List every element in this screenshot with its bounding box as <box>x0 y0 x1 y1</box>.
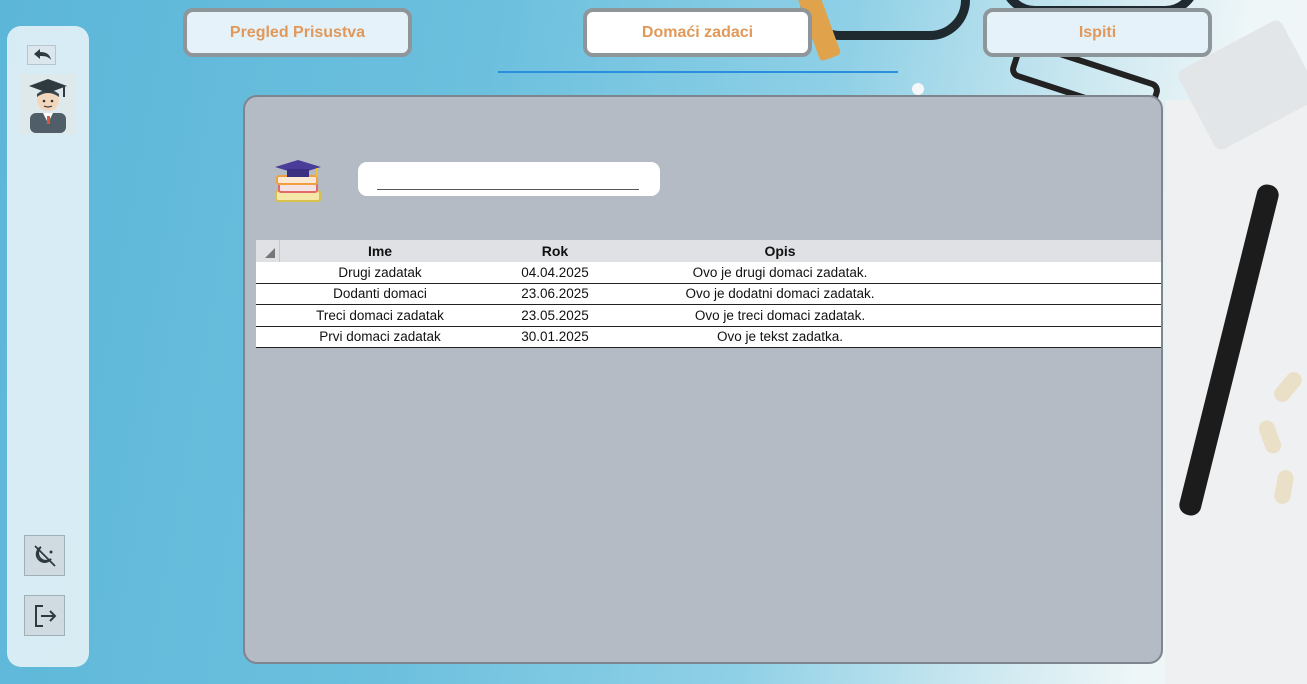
cell-rok: 23.05.2025 <box>521 307 589 323</box>
column-header-rok[interactable]: Rok <box>480 243 630 259</box>
tab-ispiti[interactable]: Ispiti <box>983 8 1212 57</box>
table-row[interactable]: Treci domaci zadatak 23.05.2025 Ovo je t… <box>256 305 1161 327</box>
undo-button[interactable] <box>27 45 56 65</box>
cell-rok: 23.06.2025 <box>521 286 589 302</box>
student-avatar-icon <box>28 79 67 133</box>
cell-opis: Ovo je tekst zadatka. <box>716 329 844 345</box>
homework-panel: Ime Rok Opis Drugi zadatak 04.04.2025 Ov… <box>243 95 1163 664</box>
table-row[interactable]: Drugi zadatak 04.04.2025 Ovo je drugi do… <box>256 262 1161 284</box>
cell-ime: Dodanti domaci <box>333 286 427 302</box>
tab-domaci-zadaci[interactable]: Domaći zadaci <box>583 8 812 57</box>
search-box <box>358 162 660 196</box>
active-tab-indicator <box>498 71 898 73</box>
undo-icon <box>33 49 51 60</box>
cell-rok: 04.04.2025 <box>521 264 589 280</box>
cell-opis: Ovo je dodatni domaci zadatak. <box>685 286 875 302</box>
cell-opis: Ovo je treci domaci zadatak. <box>694 307 866 323</box>
books-graduation-icon <box>275 160 321 202</box>
table-row[interactable]: Dodanti domaci 23.06.2025 Ovo je dodatni… <box>256 283 1161 305</box>
cell-ime: Drugi zadatak <box>338 264 422 280</box>
background-dot <box>912 83 924 95</box>
avatar[interactable] <box>19 74 76 134</box>
theme-toggle-icon <box>33 544 56 567</box>
column-header-opis[interactable]: Opis <box>630 243 930 259</box>
search-input[interactable] <box>377 168 639 190</box>
sidebar <box>7 26 89 667</box>
select-all-corner[interactable] <box>256 240 280 262</box>
homework-table: Ime Rok Opis Drugi zadatak 04.04.2025 Ov… <box>256 240 1161 348</box>
cell-ime: Prvi domaci zadatak <box>319 329 441 345</box>
tab-pregled-prisustva[interactable]: Pregled Prisustva <box>183 8 412 57</box>
table-header: Ime Rok Opis <box>256 240 1161 262</box>
cell-opis: Ovo je drugi domaci zadatak. <box>692 264 868 280</box>
theme-toggle-button[interactable] <box>24 535 65 576</box>
logout-button[interactable] <box>24 595 65 636</box>
cell-ime: Treci domaci zadatak <box>316 307 444 323</box>
logout-icon <box>34 604 56 627</box>
table-row[interactable]: Prvi domaci zadatak 30.01.2025 Ovo je te… <box>256 326 1161 348</box>
cell-rok: 30.01.2025 <box>521 329 589 345</box>
column-header-ime[interactable]: Ime <box>280 243 480 259</box>
